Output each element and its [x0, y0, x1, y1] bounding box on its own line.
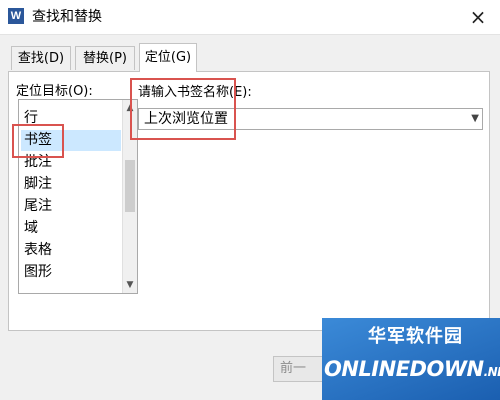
watermark-cn-text: 华军软件园 — [368, 326, 463, 347]
list-item[interactable]: 脚注 — [21, 174, 121, 195]
watermark-en-text: ONLINEDOWN.NET — [324, 356, 500, 385]
chevron-down-icon[interactable]: ▼ — [471, 110, 479, 128]
list-item[interactable]: 图形 — [21, 262, 121, 283]
list-item[interactable]: 表格 — [21, 240, 121, 261]
goto-target-label: 定位目标(O): — [16, 84, 93, 99]
goto-panel: 定位目标(O): 请输入书签名称(E): 行 书签 批注 脚注 尾注 域 表格 … — [8, 71, 490, 331]
tab-replace[interactable]: 替换(P) — [75, 46, 135, 70]
wps-writer-icon: W — [8, 8, 24, 24]
scroll-down-icon[interactable]: ▼ — [123, 277, 137, 293]
window-title: 查找和替换 — [32, 9, 102, 25]
tab-find[interactable]: 查找(D) — [11, 46, 71, 70]
close-icon[interactable]: × — [458, 0, 498, 34]
highlight-box-bookmark — [130, 78, 236, 140]
onlinedown-watermark-logo: 华军软件园 ONLINEDOWN.NET — [322, 318, 500, 400]
watermark-net-suffix: .NET — [483, 365, 500, 379]
list-item[interactable]: 尾注 — [21, 196, 121, 217]
title-bar: W 查找和替换 × — [0, 0, 500, 35]
scroll-thumb[interactable] — [125, 160, 135, 212]
highlight-box-target — [12, 124, 64, 158]
list-item[interactable]: 域 — [21, 218, 121, 239]
tab-goto[interactable]: 定位(G) — [139, 43, 197, 72]
